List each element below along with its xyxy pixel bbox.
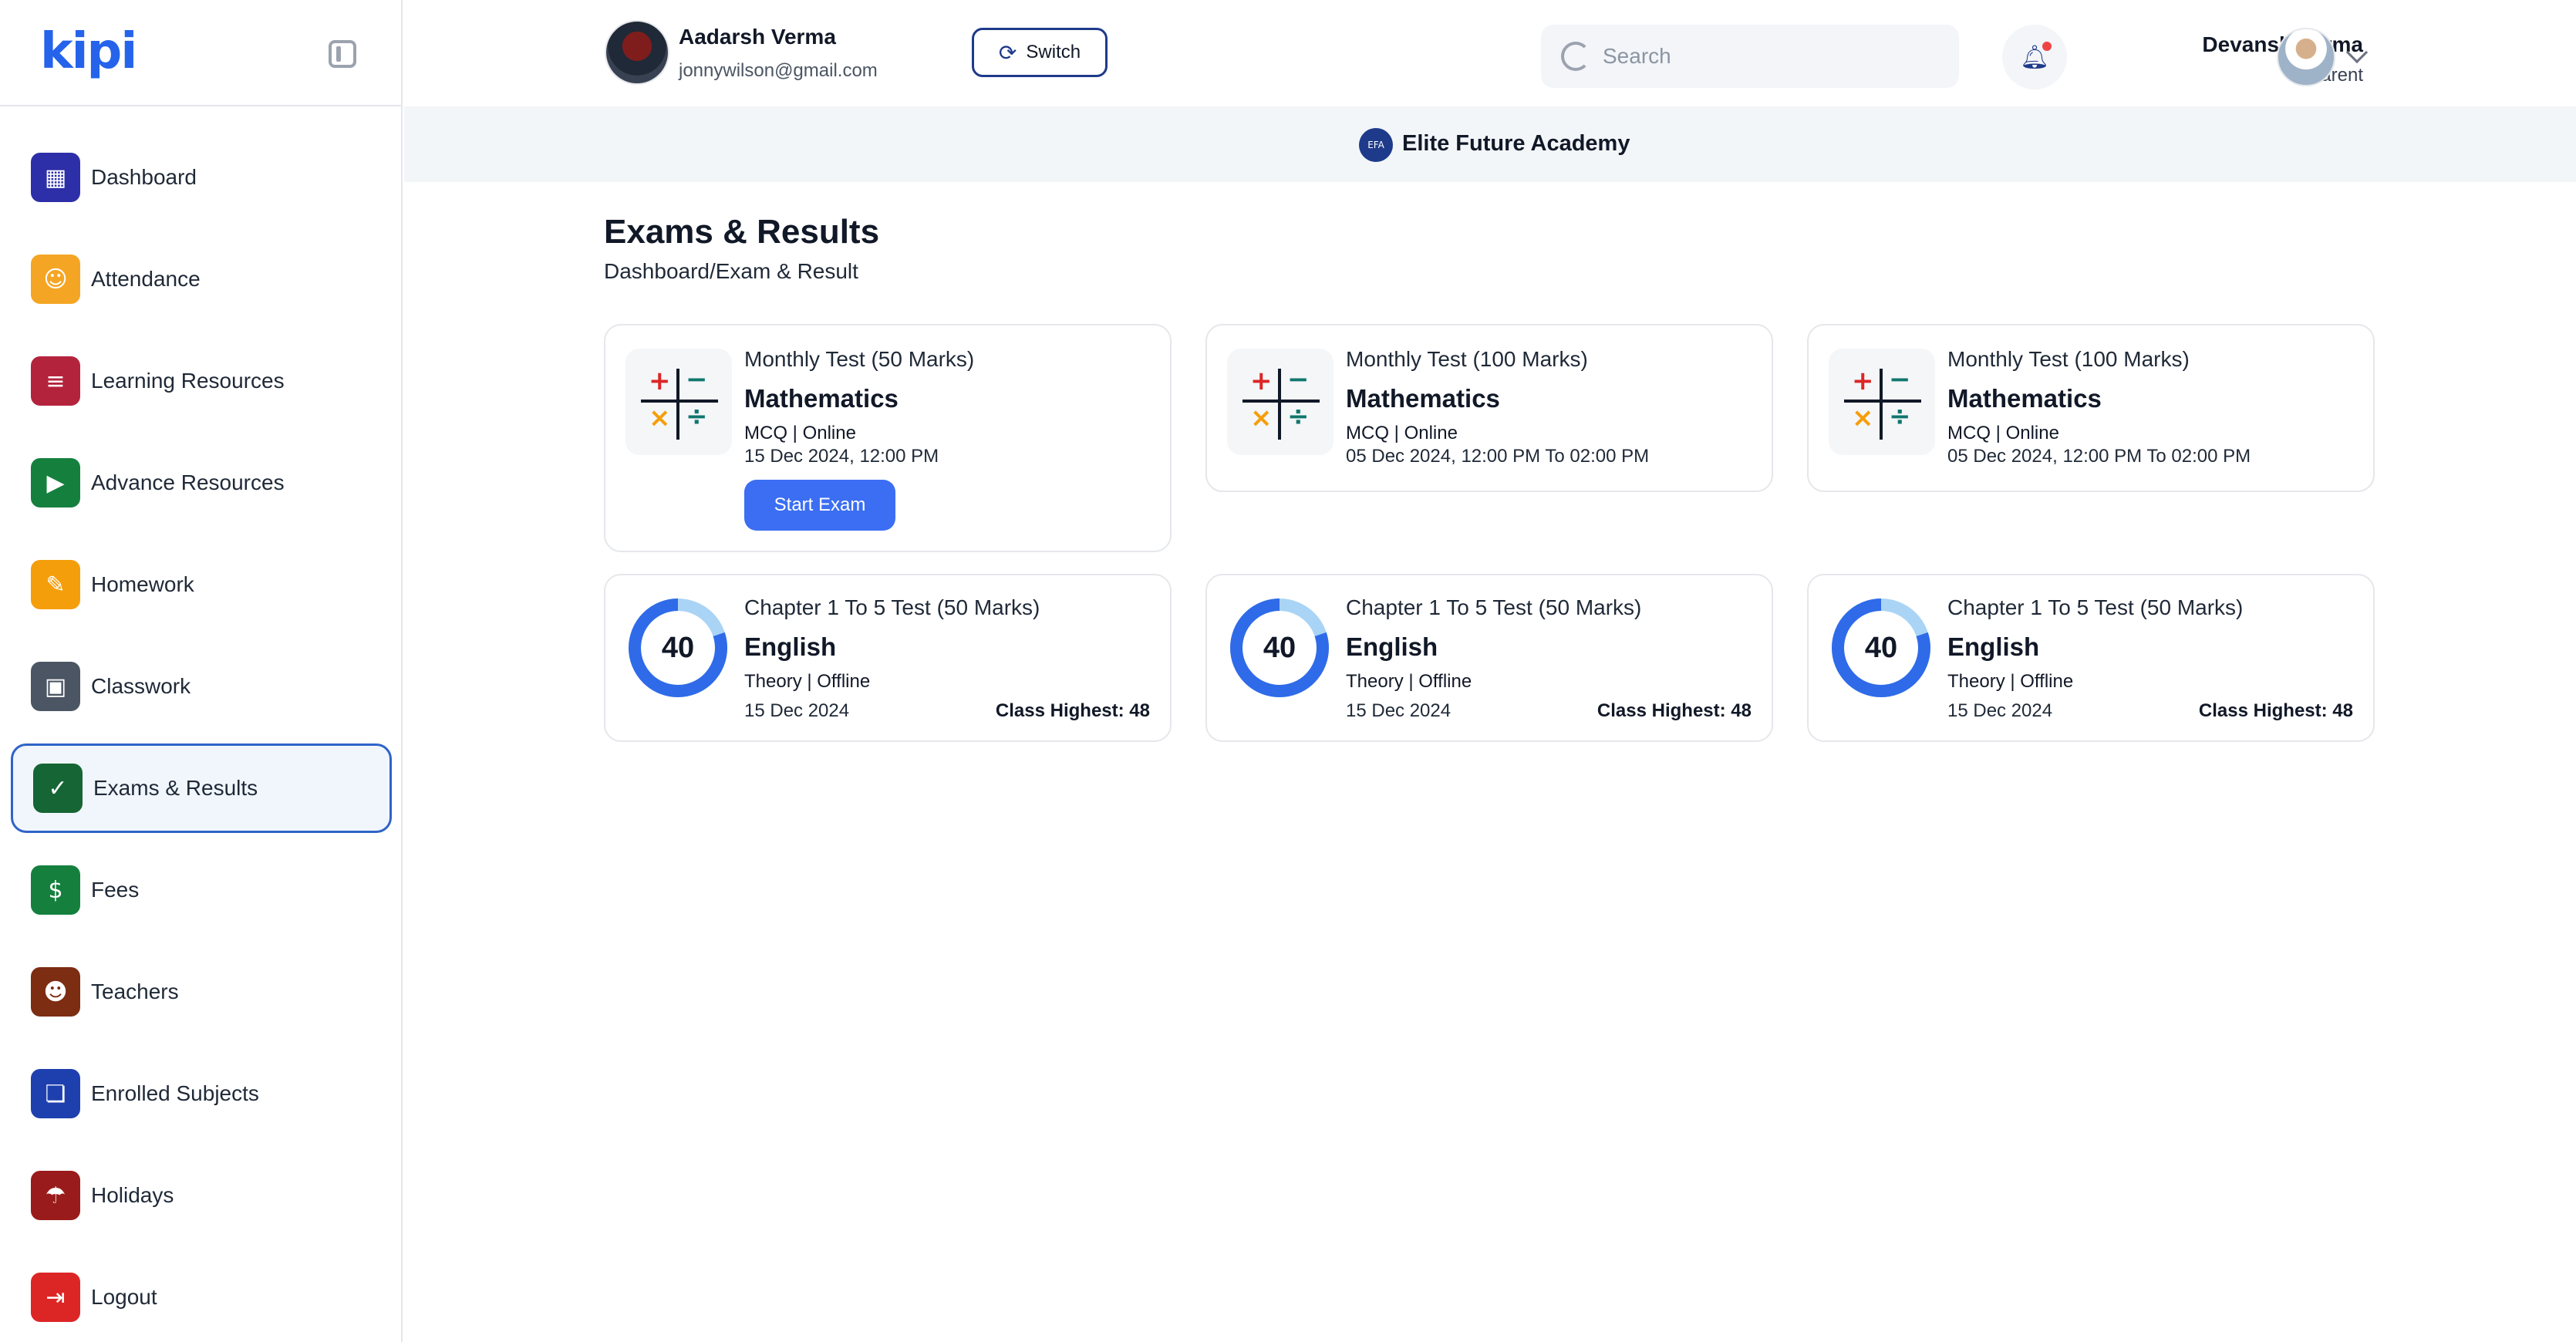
app-logo[interactable]: kipi — [40, 23, 137, 80]
class-highest: Class Highest: 48 — [2198, 700, 2353, 721]
learning-resources-icon: ≡ — [31, 356, 80, 406]
result-date: 15 Dec 2024 — [744, 700, 850, 721]
logo-row: kipi — [0, 0, 401, 106]
math-operations-icon: + − × ÷ — [1227, 349, 1334, 455]
result-card[interactable]: 40 Chapter 1 To 5 Test (50 Marks) English T… — [1807, 574, 2375, 742]
sidebar-item-dashboard[interactable]: ▦ Dashboard — [11, 133, 392, 222]
student-avatar[interactable] — [605, 20, 669, 85]
result-subject: English — [1346, 632, 1438, 661]
top-header: Aadarsh Verma jonnywilson@gmail.com ⟳ Sw… — [404, 0, 2576, 106]
logout-icon: ⇥ — [31, 1273, 80, 1322]
result-date: 15 Dec 2024 — [1947, 700, 2053, 721]
exam-mode: MCQ | Online — [744, 423, 856, 443]
sidebar-item-label: Learning Resources — [91, 369, 285, 393]
exam-subject: Mathematics — [744, 384, 899, 413]
sidebar-item-teachers[interactable]: ☻ Teachers — [11, 947, 392, 1037]
sidebar-item-label: Teachers — [91, 980, 179, 1003]
sidebar-item-enrolled-subjects[interactable]: ❏ Enrolled Subjects — [11, 1049, 392, 1138]
result-type: Chapter 1 To 5 Test (50 Marks) — [744, 595, 1040, 619]
exam-date: 05 Dec 2024, 12:00 PM To 02:00 PM — [1947, 446, 2251, 467]
sidebar-item-attendance[interactable]: ☺ Attendance — [11, 234, 392, 324]
exam-card[interactable]: + − × ÷ Monthly Test (100 Marks) Mathematics M… — [1807, 324, 2375, 492]
result-mode: Theory | Offline — [1947, 671, 2074, 692]
score-value: 40 — [1864, 631, 1898, 664]
search-icon — [1561, 42, 1590, 71]
sidebar-item-label: Enrolled Subjects — [91, 1081, 259, 1105]
exam-subject: Mathematics — [1947, 384, 2102, 413]
sidebar-item-holidays[interactable]: ☂ Holidays — [11, 1151, 392, 1240]
sidebar-item-label: Advance Resources — [91, 470, 285, 494]
exam-card[interactable]: + − × ÷ Monthly Test (50 Marks) Mathematics MC… — [604, 324, 1172, 552]
sidebar-toggle-icon[interactable] — [329, 40, 356, 68]
sidebar-item-logout[interactable]: ⇥ Logout — [11, 1253, 392, 1342]
sidebar-item-label: Fees — [91, 878, 140, 902]
enrolled-subjects-icon: ❏ — [31, 1069, 80, 1118]
notification-dot — [2042, 42, 2052, 51]
result-subject: English — [744, 632, 837, 661]
score-value: 40 — [1263, 631, 1296, 664]
result-mode: Theory | Offline — [1346, 671, 1472, 692]
sidebar-item-exams-results[interactable]: ✓ Exams & Results — [11, 743, 392, 833]
result-type: Chapter 1 To 5 Test (50 Marks) — [1947, 595, 2244, 619]
sidebar: kipi ▦ Dashboard ☺ Attendance ≡ Learning Reso… — [0, 0, 403, 1342]
sidebar-item-label: Homework — [91, 572, 194, 596]
sidebar-item-advance-resources[interactable]: ▶ Advance Resources — [11, 438, 392, 528]
exams-results-icon: ✓ — [33, 764, 83, 813]
fees-icon: $ — [31, 865, 80, 915]
result-subject: English — [1947, 632, 2040, 661]
exam-type: Monthly Test (50 Marks) — [744, 347, 975, 371]
exam-mode: MCQ | Online — [1346, 423, 1458, 443]
class-highest: Class Highest: 48 — [1597, 700, 1752, 721]
result-date: 15 Dec 2024 — [1346, 700, 1452, 721]
breadcrumb[interactable]: Dashboard/Exam & Result — [604, 259, 858, 284]
parent-avatar[interactable] — [2277, 28, 2335, 86]
exam-card[interactable]: + − × ÷ Monthly Test (100 Marks) Mathematics M… — [1205, 324, 1773, 492]
academy-logo: EFA — [1359, 128, 1393, 162]
classwork-icon: ▣ — [31, 662, 80, 711]
exam-type: Monthly Test (100 Marks) — [1947, 347, 2190, 371]
switch-button[interactable]: ⟳ Switch — [972, 28, 1108, 77]
sidebar-item-classwork[interactable]: ▣ Classwork — [11, 642, 392, 731]
math-operations-icon: + − × ÷ — [1829, 349, 1935, 455]
dashboard-icon: ▦ — [31, 153, 80, 202]
teachers-icon: ☻ — [31, 967, 80, 1017]
start-exam-button[interactable]: Start Exam — [744, 480, 895, 531]
class-highest: Class Highest: 48 — [995, 700, 1150, 721]
result-mode: Theory | Offline — [744, 671, 871, 692]
homework-icon: ✎ — [31, 560, 80, 609]
student-email: jonnywilson@gmail.com — [679, 60, 878, 81]
sidebar-item-fees[interactable]: $ Fees — [11, 845, 392, 935]
switch-label: Switch — [1026, 42, 1081, 62]
student-name: Aadarsh Verma — [679, 25, 836, 49]
search-input[interactable] — [1603, 39, 1934, 74]
exam-subject: Mathematics — [1346, 384, 1500, 413]
exam-mode: MCQ | Online — [1947, 423, 2059, 443]
academy-name: Elite Future Academy — [1402, 131, 1630, 156]
sidebar-item-label: Holidays — [91, 1183, 174, 1207]
refresh-icon: ⟳ — [998, 39, 1017, 66]
sidebar-item-label: Classwork — [91, 674, 191, 698]
notification-button[interactable]: 🔔︎ — [2002, 25, 2067, 89]
math-operations-icon: + − × ÷ — [625, 349, 732, 455]
advance-resources-icon: ▶ — [31, 458, 80, 507]
sidebar-item-learning-resources[interactable]: ≡ Learning Resources — [11, 336, 392, 426]
exam-date: 05 Dec 2024, 12:00 PM To 02:00 PM — [1346, 446, 1650, 467]
score-value: 40 — [661, 631, 695, 664]
sidebar-item-label: Logout — [91, 1285, 157, 1309]
sidebar-item-label: Attendance — [91, 267, 201, 291]
exam-date: 15 Dec 2024, 12:00 PM — [744, 446, 939, 467]
sidebar-item-homework[interactable]: ✎ Homework — [11, 540, 392, 629]
result-card[interactable]: 40 Chapter 1 To 5 Test (50 Marks) English T… — [604, 574, 1172, 742]
attendance-icon: ☺ — [31, 255, 80, 304]
search-box — [1541, 25, 1959, 88]
result-card[interactable]: 40 Chapter 1 To 5 Test (50 Marks) English T… — [1205, 574, 1773, 742]
sidebar-item-label: Dashboard — [91, 165, 197, 189]
academy-bar: EFA Elite Future Academy — [404, 106, 2576, 182]
holidays-icon: ☂ — [31, 1171, 80, 1220]
page-title: Exams & Results — [604, 213, 880, 251]
sidebar-item-label: Exams & Results — [93, 776, 258, 800]
result-type: Chapter 1 To 5 Test (50 Marks) — [1346, 595, 1642, 619]
exam-type: Monthly Test (100 Marks) — [1346, 347, 1588, 371]
